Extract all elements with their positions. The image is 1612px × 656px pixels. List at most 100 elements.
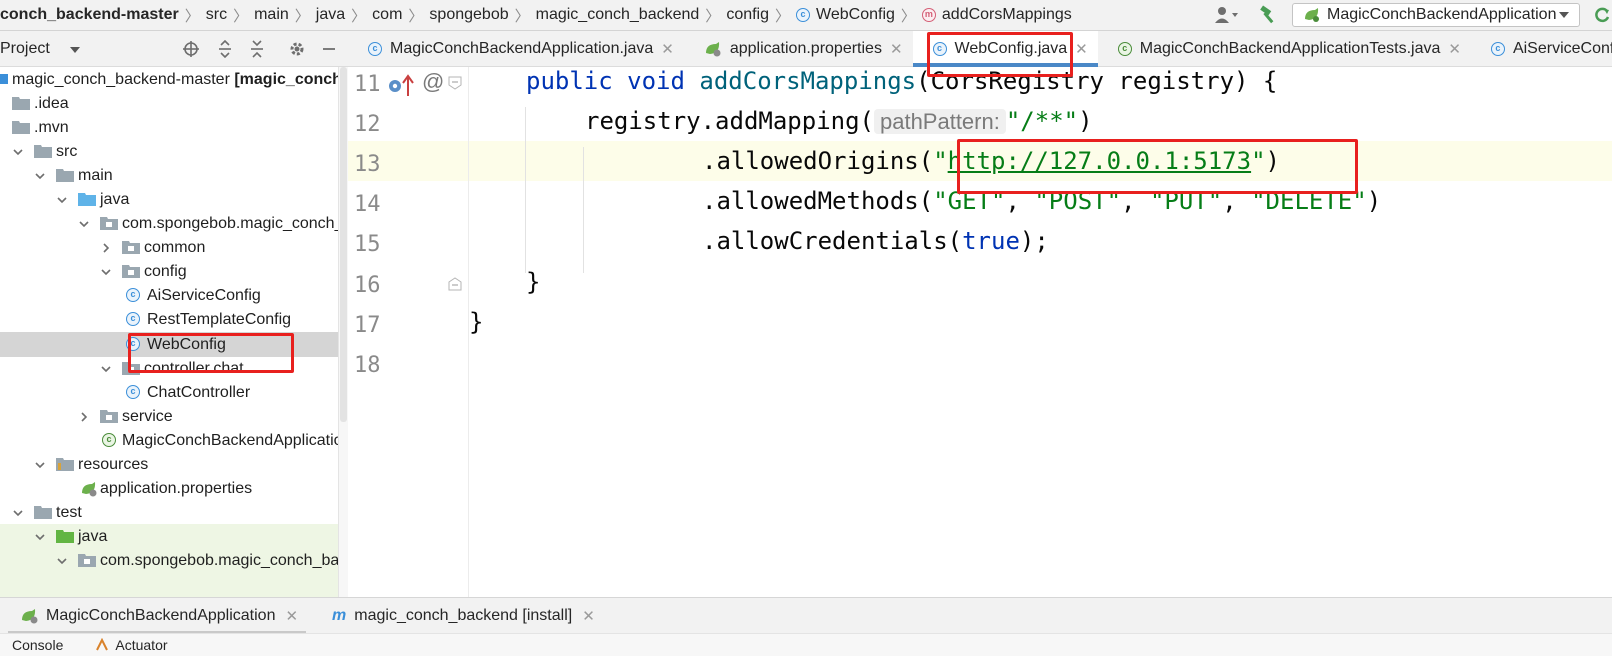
close-icon[interactable]: ✕ [285,607,298,625]
close-icon[interactable]: ✕ [1448,40,1461,58]
breadcrumb-src[interactable]: src [206,6,227,24]
tree-item-java[interactable]: java [0,187,348,212]
actuator-icon [96,638,109,651]
gear-icon[interactable] [286,38,308,60]
tree-item-app-class[interactable]: c MagicConchBackendApplicatio [0,428,348,453]
line-number: 18 [354,353,381,378]
close-icon[interactable]: ✕ [1075,40,1088,58]
tab-aiserviceconfig[interactable]: c AiServiceConfig.ja [1471,31,1612,66]
line-number: 14 [354,192,381,217]
crosshair-icon[interactable] [180,38,202,60]
tree-item-common[interactable]: common [0,235,348,260]
tree-label-package: com.spongebob.magic_conch_ba [122,214,348,232]
chevron-down-icon[interactable] [69,46,80,53]
collapse-all-icon[interactable] [246,38,268,60]
tab-label: MagicConchBackendApplicationTests.java [1139,39,1441,57]
run-tab-application[interactable]: MagicConchBackendApplication ✕ [20,607,298,625]
tree-item-mvn[interactable]: .mvn [0,115,348,140]
tree-item-resttemplateconfig[interactable]: c RestTemplateConfig [0,307,348,332]
scrollbar-thumb[interactable] [340,67,347,422]
tree-item-chatcontroller[interactable]: c ChatController [0,380,348,405]
tree-item-package[interactable]: com.spongebob.magic_conch_ba [0,211,348,236]
tree-root-label: magic_conch_backend-master [magic_conch_ [12,71,348,89]
package-icon [100,217,118,230]
close-icon[interactable]: ✕ [661,40,674,58]
tab-actuator-label: Actuator [115,637,168,653]
chevron-down-icon[interactable] [56,555,68,567]
tree-item-service[interactable]: service [0,404,348,429]
tree-item-config[interactable]: config [0,259,348,284]
chevron-down-icon[interactable] [12,146,24,158]
build-hammer-icon[interactable] [1256,4,1280,26]
breadcrumb-separator: 〉 [233,7,249,25]
breadcrumb-separator: 〉 [705,7,721,25]
code-line-12: registry.addMapping(pathPattern: "/**") [585,107,1093,135]
annotation-icon[interactable]: @ [422,69,444,95]
tree-root-name: magic_conch_backend-master [12,70,230,88]
chevron-down-icon[interactable] [100,363,112,375]
tab-application-properties[interactable]: application.properties ✕ [684,31,913,66]
spring-boot-icon [1305,8,1319,22]
tree-item-root[interactable]: magic_conch_backend-master [magic_conch_ [0,67,348,92]
chevron-down-icon[interactable] [100,266,112,278]
run-tool-bar: MagicConchBackendApplication ✕ m magic_c… [0,597,1612,634]
tree-label-resources: resources [78,455,149,473]
tree-scrollbar[interactable] [338,67,348,597]
fold-icon[interactable] [448,76,462,90]
tab-tests[interactable]: c MagicConchBackendApplicationTests.java… [1098,31,1471,66]
run-tab-maven-install[interactable]: m magic_conch_backend [install] ✕ [332,607,595,625]
line-number: 12 [354,112,381,137]
breadcrumb-com[interactable]: com [372,6,402,24]
tree-label-src: src [56,142,78,160]
parameter-hint: pathPattern: [873,109,1006,134]
chevron-right-icon[interactable] [100,242,112,254]
chevron-down-icon[interactable] [56,194,68,206]
breadcrumb-webconfig[interactable]: c WebConfig [796,6,895,24]
expand-all-icon[interactable] [214,38,236,60]
tree-item-src[interactable]: src [0,139,348,164]
fold-icon[interactable] [448,277,462,291]
tab-actuator[interactable]: Actuator [95,634,168,656]
tree-item-test-java[interactable]: java [0,524,348,549]
maven-icon: m [332,606,347,624]
method-name: addCorsMappings [699,67,917,95]
toolbar-right: MagicConchBackendApplication [1212,0,1612,30]
tree-item-app-properties[interactable]: application.properties [0,476,348,501]
breadcrumb-config[interactable]: config [726,6,769,24]
chevron-down-icon[interactable] [12,507,24,519]
tree-label-test: test [56,503,82,521]
breadcrumb-main[interactable]: main [254,6,289,24]
project-panel-title[interactable]: Project [0,40,50,58]
breadcrumb-method[interactable]: m addCorsMappings [921,6,1072,24]
code-text: .allowedMethods( [702,187,934,215]
tab-console[interactable]: Console [12,634,63,656]
breadcrumb-project[interactable]: conch_backend-master [0,6,179,24]
chevron-down-icon[interactable] [34,170,46,182]
close-icon[interactable]: ✕ [582,607,595,625]
minimize-icon[interactable] [318,38,340,60]
code-text: ); [1019,227,1049,255]
tree-item-aiserviceconfig[interactable]: c AiServiceConfig [0,283,348,308]
tree-item-test[interactable]: test [0,500,348,525]
code-text: ) [1366,187,1382,215]
run-configuration-dropdown[interactable]: MagicConchBackendApplication [1292,3,1580,27]
breadcrumb-java[interactable]: java [316,6,345,24]
tree-label-common: common [144,238,206,256]
chevron-down-icon[interactable] [34,531,46,543]
tab-magicconchbackendapplication[interactable]: c MagicConchBackendApplication.java ✕ [348,31,684,66]
breadcrumb-spongebob[interactable]: spongebob [429,6,508,24]
chevron-down-icon[interactable] [78,218,90,230]
tree-item-resources[interactable]: resources [0,452,348,477]
tree-item-idea[interactable]: .idea [0,91,348,116]
indent-guide [525,107,526,273]
user-icon[interactable] [1212,4,1242,26]
tree-item-main[interactable]: main [0,163,348,188]
tree-item-test-package[interactable]: com.spongebob.magic_conch_ba [0,548,348,573]
close-icon[interactable]: ✕ [890,40,903,58]
breadcrumb-magic-conch-backend[interactable]: magic_conch_backend [536,6,700,24]
override-icon[interactable] [388,74,418,103]
chevron-down-icon[interactable] [34,459,46,471]
rerun-icon[interactable] [1592,4,1612,26]
highlight-box-webconfig-tree [128,333,294,373]
chevron-right-icon[interactable] [78,411,90,423]
